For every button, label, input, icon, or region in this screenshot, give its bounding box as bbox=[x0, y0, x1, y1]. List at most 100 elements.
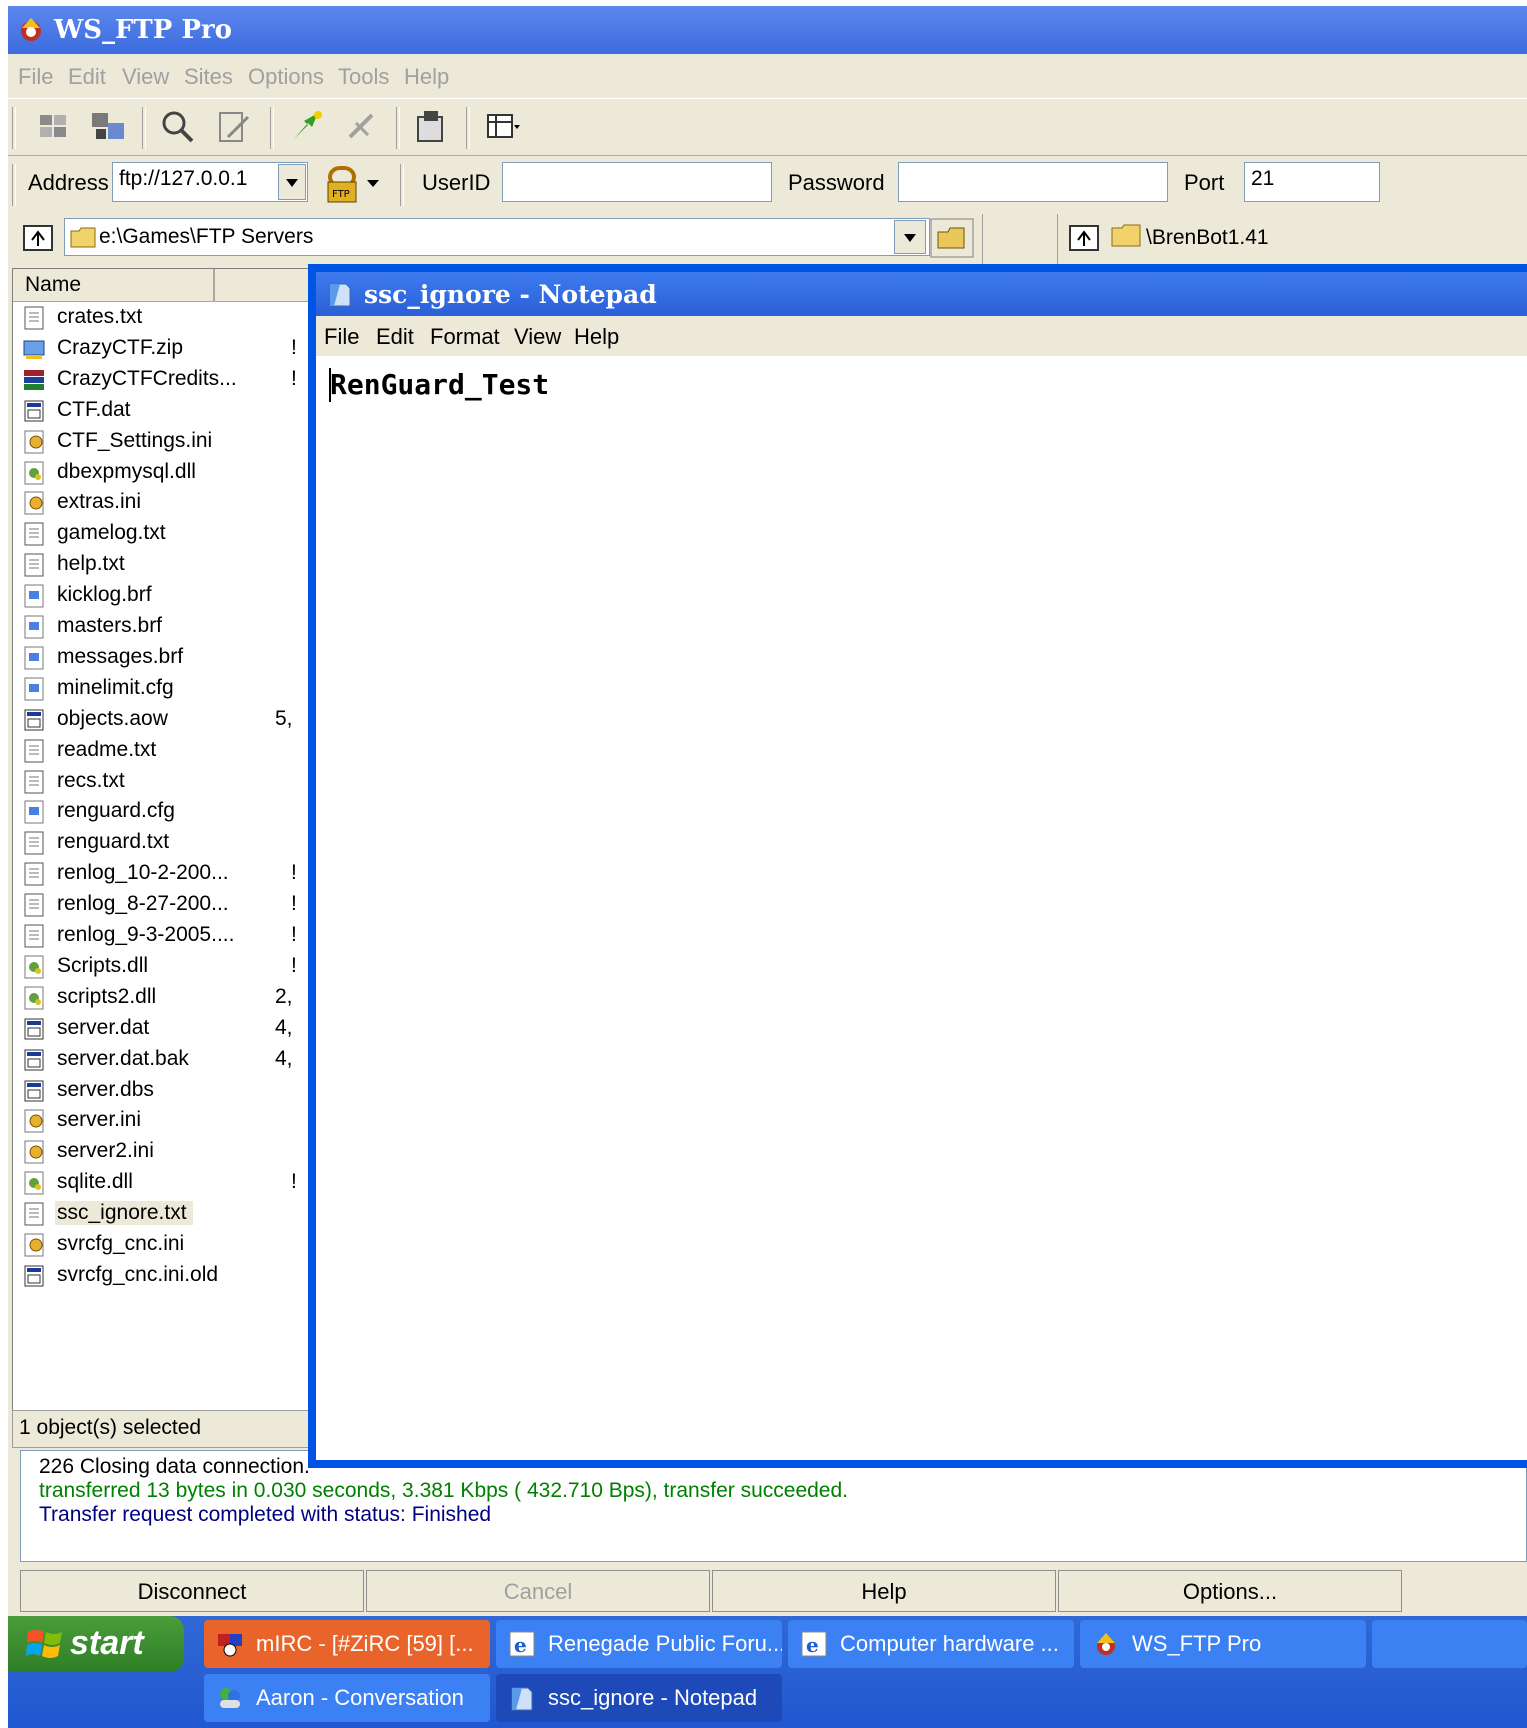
notepad-titlebar[interactable]: ssc_ignore - Notepad bbox=[316, 272, 1527, 316]
find-icon[interactable] bbox=[158, 107, 198, 147]
file-row[interactable]: dbexpmysql.dll bbox=[13, 456, 313, 490]
file-row[interactable]: CTF.dat bbox=[13, 394, 313, 428]
connect-icon[interactable] bbox=[288, 107, 328, 147]
file-row[interactable]: renguard.txt bbox=[13, 826, 313, 860]
file-row[interactable]: server.dat.bak 4, bbox=[13, 1043, 313, 1077]
address-dropdown-button[interactable] bbox=[278, 164, 306, 200]
file-row[interactable]: crates.txt bbox=[13, 301, 313, 335]
file-row[interactable]: extras.ini bbox=[13, 486, 313, 520]
menu-sites[interactable]: Sites bbox=[184, 64, 233, 90]
local-path-dropdown-button[interactable] bbox=[894, 220, 926, 254]
task-label: Aaron - Conversation bbox=[256, 1685, 464, 1710]
notepad-menu-help[interactable]: Help bbox=[574, 324, 619, 350]
task-wsftp[interactable]: WS_FTP Pro bbox=[1080, 1620, 1366, 1668]
file-name: minelimit.cfg bbox=[57, 675, 174, 699]
file-row[interactable]: server.dat 4, bbox=[13, 1012, 313, 1046]
task-msn-conversation[interactable]: Aaron - Conversation bbox=[204, 1674, 490, 1722]
disconnect-icon[interactable] bbox=[342, 107, 382, 147]
port-input[interactable]: 21 bbox=[1244, 162, 1380, 202]
wsftp-icon bbox=[1097, 1633, 1115, 1655]
local-file-list[interactable]: Name crates.txt CrazyCTF.zip! CrazyCTFCred… bbox=[12, 268, 314, 1412]
file-row[interactable]: CTF_Settings.ini bbox=[13, 425, 313, 459]
task-overflow[interactable] bbox=[1372, 1620, 1527, 1668]
ini-file-icon bbox=[23, 430, 45, 454]
ftp-secure-icon[interactable]: FTP bbox=[324, 164, 360, 204]
file-row[interactable]: ssc_ignore.txt bbox=[13, 1197, 313, 1231]
file-row[interactable]: renlog_8-27-200...! bbox=[13, 888, 313, 922]
file-row[interactable]: scripts2.dll 2, bbox=[13, 981, 313, 1015]
file-name: extras.ini bbox=[57, 490, 142, 514]
file-row[interactable]: sqlite.dll! bbox=[13, 1166, 313, 1200]
open-folder-icon[interactable] bbox=[930, 218, 974, 258]
file-name: CTF_Settings.ini bbox=[57, 428, 213, 452]
remote-parent-folder-icon[interactable] bbox=[1068, 222, 1100, 254]
file-row[interactable]: svrcfg_cnc.ini.old bbox=[13, 1259, 313, 1293]
task-label: Renegade Public Foru... bbox=[548, 1631, 782, 1656]
file-row[interactable]: server.ini bbox=[13, 1104, 313, 1138]
task-renegade-forums[interactable]: e Renegade Public Foru... bbox=[496, 1620, 782, 1668]
ini-file-icon bbox=[23, 1140, 45, 1164]
dll-file-icon bbox=[23, 1171, 45, 1195]
menu-tools[interactable]: Tools bbox=[338, 64, 389, 90]
menu-help[interactable]: Help bbox=[404, 64, 449, 90]
file-row[interactable]: recs.txt bbox=[13, 765, 313, 799]
file-row[interactable]: server.dbs bbox=[13, 1074, 313, 1108]
edit-icon[interactable] bbox=[214, 107, 254, 147]
task-computer-hardware[interactable]: e Computer hardware ... bbox=[788, 1620, 1074, 1668]
file-row[interactable]: server2.ini bbox=[13, 1135, 313, 1169]
file-row[interactable]: renlog_9-3-2005....! bbox=[13, 919, 313, 953]
disconnect-button[interactable]: Disconnect bbox=[20, 1570, 364, 1612]
file-row[interactable]: masters.brf bbox=[13, 610, 313, 644]
file-row[interactable]: CrazyCTFCredits...! bbox=[13, 363, 313, 397]
toolbar-separator bbox=[396, 107, 400, 149]
mirc-icon bbox=[218, 1634, 242, 1657]
file-row[interactable]: svrcfg_cnc.ini bbox=[13, 1228, 313, 1262]
chevron-down-icon[interactable] bbox=[364, 174, 382, 192]
help-button[interactable]: Help bbox=[712, 1570, 1056, 1612]
task-mirc[interactable]: mIRC - [#ZiRC [59] [... bbox=[204, 1620, 490, 1668]
file-row[interactable]: readme.txt bbox=[13, 734, 313, 768]
file-name: server.dat bbox=[57, 1015, 150, 1039]
properties-icon[interactable] bbox=[412, 107, 452, 147]
userid-input[interactable] bbox=[502, 162, 772, 202]
menu-edit[interactable]: Edit bbox=[68, 64, 106, 90]
file-row[interactable]: minelimit.cfg bbox=[13, 672, 313, 706]
remote-path-field[interactable]: \BrenBot1.41 bbox=[1106, 218, 1527, 256]
connection-manager-icon[interactable] bbox=[34, 107, 74, 147]
menu-options[interactable]: Options bbox=[248, 64, 324, 90]
notepad-text-area[interactable]: RenGuard_Test bbox=[316, 356, 1527, 1460]
file-name: sqlite.dll bbox=[57, 1170, 133, 1194]
selection-status-bar: 1 object(s) selected bbox=[12, 1410, 314, 1448]
start-button[interactable]: start bbox=[8, 1616, 184, 1672]
column-divider[interactable] bbox=[213, 269, 215, 301]
file-row[interactable]: renlog_10-2-200...! bbox=[13, 857, 313, 891]
notepad-menu-format[interactable]: Format bbox=[430, 324, 500, 350]
file-row[interactable]: help.txt bbox=[13, 548, 313, 582]
file-row[interactable]: kicklog.brf bbox=[13, 579, 313, 613]
parent-folder-icon[interactable] bbox=[22, 222, 54, 254]
file-row[interactable]: renguard.cfg bbox=[13, 795, 313, 829]
cancel-button[interactable]: Cancel bbox=[366, 1570, 710, 1612]
folder-icon bbox=[1111, 224, 1141, 247]
notepad-menu-view[interactable]: View bbox=[514, 324, 561, 350]
options-button[interactable]: Options... bbox=[1058, 1570, 1402, 1612]
file-row[interactable]: CrazyCTF.zip! bbox=[13, 332, 313, 366]
notepad-menu-bar: File Edit Format View Help bbox=[316, 316, 1527, 356]
file-row[interactable]: messages.brf bbox=[13, 641, 313, 675]
password-input[interactable] bbox=[898, 162, 1168, 202]
local-path-field[interactable]: e:\Games\FTP Servers bbox=[64, 218, 930, 256]
column-header-name[interactable]: Name bbox=[13, 269, 313, 302]
site-manager-icon[interactable] bbox=[88, 107, 128, 147]
wsftp-titlebar[interactable]: WS_FTP Pro bbox=[8, 6, 1527, 54]
menu-view[interactable]: View bbox=[122, 64, 169, 90]
toolbar-separator bbox=[142, 107, 146, 149]
task-notepad[interactable]: ssc_ignore - Notepad bbox=[496, 1674, 782, 1722]
bottom-button-bar: Disconnect Cancel Help Options... bbox=[20, 1570, 1525, 1616]
notepad-menu-file[interactable]: File bbox=[324, 324, 359, 350]
menu-file[interactable]: File bbox=[18, 64, 53, 90]
notepad-menu-edit[interactable]: Edit bbox=[376, 324, 414, 350]
file-row[interactable]: objects.aow 5, bbox=[13, 703, 313, 737]
file-row[interactable]: Scripts.dll! bbox=[13, 950, 313, 984]
file-row[interactable]: gamelog.txt bbox=[13, 517, 313, 551]
view-options-icon[interactable] bbox=[484, 107, 524, 147]
